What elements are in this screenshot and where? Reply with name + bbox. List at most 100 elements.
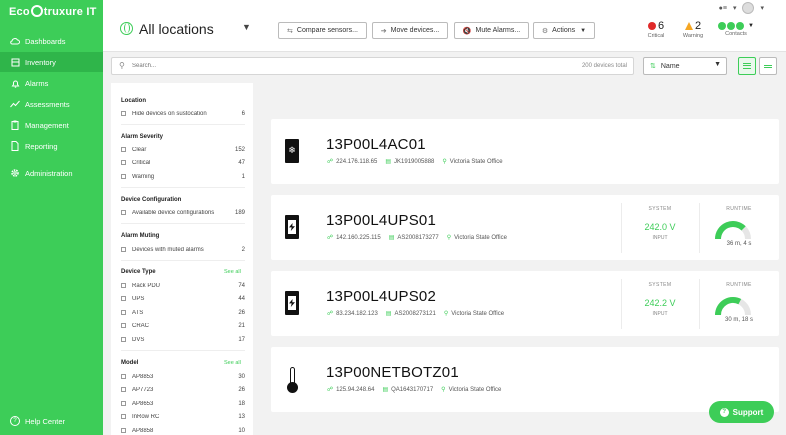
filter-option-count: 26: [238, 386, 245, 393]
filter-option[interactable]: InRow RC 13: [121, 412, 245, 421]
critical-status[interactable]: 6 Critical: [641, 20, 671, 39]
divider: [121, 223, 245, 224]
location-pin-icon: ⚲: [446, 235, 452, 241]
filter-option[interactable]: AP8858 10: [121, 426, 245, 435]
app-logo[interactable]: Eco truxure IT: [9, 5, 97, 18]
sidebar-item-assessments[interactable]: Assessments: [0, 94, 103, 114]
device-card[interactable]: 13P00L4UPS02 ☍ 83.234.182.123 ▤ AS20082731…: [271, 271, 779, 336]
location-pin-icon: ⚲: [443, 311, 449, 317]
checkbox[interactable]: [121, 147, 126, 152]
runtime-label: RUNTIME: [726, 282, 752, 288]
checkbox[interactable]: [121, 428, 126, 433]
checkbox[interactable]: [121, 174, 126, 179]
document-icon: [10, 141, 20, 151]
filter-option[interactable]: Warning 1: [121, 172, 245, 181]
contacts-status[interactable]: ▼ Contacts: [716, 22, 756, 37]
checkbox[interactable]: [121, 323, 126, 328]
device-name[interactable]: 13P00L4UPS01: [326, 212, 436, 229]
help-center-link[interactable]: ? Help Center: [10, 416, 65, 426]
avatar[interactable]: [742, 2, 755, 14]
checkbox[interactable]: [121, 374, 126, 379]
checkbox[interactable]: [121, 283, 126, 288]
filter-option[interactable]: Available device configurations 189: [121, 208, 245, 217]
sort-select[interactable]: ⇅ Name ▼: [643, 57, 727, 75]
sort-icon: ⇅: [650, 63, 656, 70]
sidebar-item-label: Dashboards: [25, 36, 66, 46]
chevron-down-icon: ▼: [580, 27, 587, 34]
see-all-link[interactable]: See all: [224, 269, 241, 275]
actions-label: Actions: [552, 27, 576, 34]
filter-option[interactable]: UPS 44: [121, 294, 245, 303]
filter-option[interactable]: Rack PDU 74: [121, 281, 245, 290]
filter-option[interactable]: Hide devices on sustocation 6: [121, 109, 245, 118]
chevron-down-icon: ▼: [714, 61, 721, 68]
compare-sensors-button[interactable]: ⇆ Compare sensors...: [278, 22, 367, 39]
move-devices-button[interactable]: ➔ Move devices...: [372, 22, 448, 39]
filter-option[interactable]: AP8853 30: [121, 372, 245, 381]
checkbox[interactable]: [121, 310, 126, 315]
filter-option-count: 18: [238, 400, 245, 407]
sidebar-item-label: Inventory: [25, 57, 56, 67]
header: All locations ▼ ⇆ Compare sensors... ➔ Mov…: [103, 0, 786, 52]
checkbox[interactable]: [121, 387, 126, 392]
filter-option-count: 30: [238, 373, 245, 380]
sidebar-item-alarms[interactable]: Alarms: [0, 73, 103, 93]
device-meta: ☍ 83.234.182.123 ▤ AS2008273121 ⚲ Victoria …: [327, 310, 504, 318]
location-title[interactable]: All locations: [139, 21, 214, 37]
checkbox[interactable]: [121, 210, 126, 215]
network-icon: ☍: [327, 387, 334, 393]
checkbox[interactable]: [121, 296, 126, 301]
mute-alarms-button[interactable]: 🔇 Mute Alarms...: [454, 22, 529, 39]
location-pin-icon: ⚲: [442, 159, 447, 165]
checkbox[interactable]: [121, 247, 126, 252]
filter-option[interactable]: Critical 47: [121, 158, 245, 167]
filter-option-label: UPS: [132, 295, 145, 302]
compact-view-button[interactable]: [759, 57, 777, 75]
checkbox[interactable]: [121, 337, 126, 342]
filter-option[interactable]: CRAC 21: [121, 321, 245, 330]
list-view-button[interactable]: [738, 57, 756, 75]
device-serial: AS2008273121: [394, 310, 436, 317]
question-icon: ?: [10, 416, 20, 426]
sidebar-item-dashboards[interactable]: Dashboards: [0, 31, 103, 51]
sidebar-item-inventory[interactable]: Inventory: [0, 52, 103, 72]
network-icon: ☍: [327, 235, 334, 241]
filter-option[interactable]: AP7723 26: [121, 385, 245, 394]
sidebar: Eco truxure IT Dashboards Inventory Alarm…: [0, 0, 103, 435]
user-list-icon[interactable]: ●≡: [719, 5, 727, 12]
chevron-down-icon[interactable]: ▼: [242, 22, 251, 32]
see-all-link[interactable]: See all: [224, 360, 241, 366]
device-card[interactable]: 13P00L4UPS01 ☍ 142.160.225.115 ▤ AS2008173…: [271, 195, 779, 260]
search-input[interactable]: [132, 60, 532, 72]
filter-option[interactable]: ATS 26: [121, 308, 245, 317]
sidebar-item-administration[interactable]: Administration: [0, 163, 103, 183]
device-name[interactable]: 13P00L4UPS02: [326, 288, 436, 305]
device-card[interactable]: 13P00NETBOTZ01 ☍ 125.94.248.64 ▤ QA1643170…: [271, 347, 779, 412]
filter-option-label: AP8853: [132, 373, 154, 380]
filter-option-count: 13: [238, 413, 245, 420]
checkbox[interactable]: [121, 414, 126, 419]
filter-option[interactable]: Devices with muted alarms 2: [121, 245, 245, 254]
device-ip: 142.160.225.115: [336, 234, 381, 241]
device-card[interactable]: ❄ 13P00L4AC01 ☍ 224.176.118.65 ▤ JK1919005…: [271, 119, 779, 184]
checkbox[interactable]: [121, 401, 126, 406]
filter-option[interactable]: DVS 17: [121, 335, 245, 344]
chevron-down-icon[interactable]: ▾: [760, 4, 764, 12]
compare-icon: ⇆: [287, 27, 293, 35]
filter-option[interactable]: AP8653 18: [121, 399, 245, 408]
device-name[interactable]: 13P00L4AC01: [326, 136, 426, 153]
sidebar-item-management[interactable]: Management: [0, 115, 103, 135]
checkbox[interactable]: [121, 160, 126, 165]
device-name[interactable]: 13P00NETBOTZ01: [326, 364, 459, 381]
sidebar-item-reporting[interactable]: Reporting: [0, 136, 103, 156]
warning-status[interactable]: 2 Warning: [677, 20, 709, 39]
ecostruxure-mark-icon: [30, 5, 43, 17]
support-button[interactable]: ? Support: [709, 401, 774, 423]
system-label: SYSTEM: [648, 282, 672, 288]
sidebar-item-label: Alarms: [25, 78, 49, 88]
chevron-down-icon[interactable]: ▾: [733, 4, 737, 12]
actions-button[interactable]: ⚙ Actions ▼: [533, 22, 595, 39]
filter-option-label: Hide devices on sustocation: [132, 110, 207, 117]
filter-option[interactable]: Clear 152: [121, 145, 245, 154]
checkbox[interactable]: [121, 111, 126, 116]
